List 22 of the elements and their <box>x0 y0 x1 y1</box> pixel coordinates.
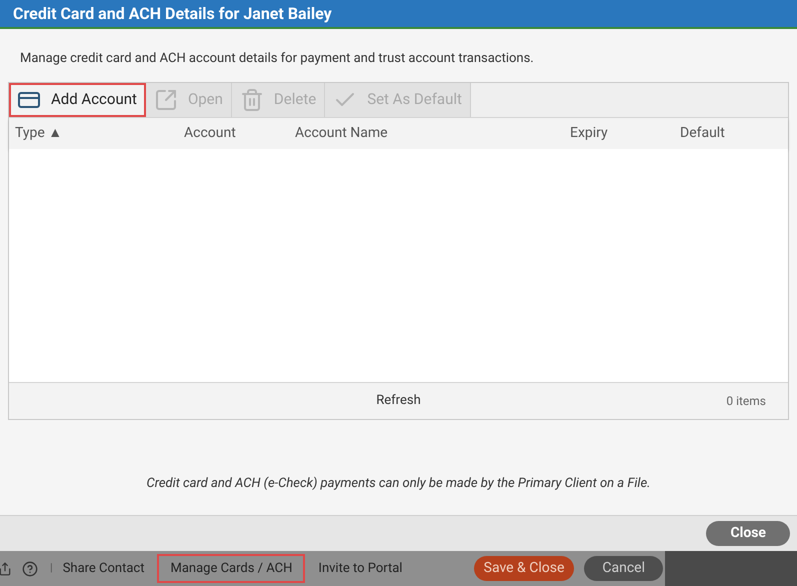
save-close-button[interactable]: Save & Close <box>474 556 574 581</box>
item-count: 0 items <box>726 392 766 410</box>
external-link-icon <box>154 88 178 112</box>
refresh-button[interactable]: Refresh <box>376 390 421 410</box>
share-icon[interactable] <box>0 562 12 576</box>
help-icon[interactable] <box>22 560 38 576</box>
column-header[interactable]: Expiry <box>570 122 680 144</box>
note-text: Credit card and ACH (e-Check) payments can only be made by the Primary Client on a File. <box>146 474 652 492</box>
close-button[interactable]: Close <box>706 521 790 546</box>
separator: | <box>50 560 53 576</box>
bar-link[interactable]: Share Contact <box>62 554 156 583</box>
trash-icon <box>240 88 264 112</box>
cancel-button[interactable]: Cancel <box>584 556 663 581</box>
toolbar-button[interactable]: Add Account <box>9 82 146 116</box>
column-header[interactable]: Type ▲ <box>15 122 184 144</box>
bar-link[interactable]: Invite to Portal <box>307 554 414 583</box>
column-header[interactable]: Account <box>184 122 295 144</box>
column-header[interactable]: Account Name <box>295 122 570 144</box>
dialog-title: Credit Card and ACH Details for Janet Bailey <box>13 2 332 24</box>
intro-text: Manage credit card and ACH account details for payment and trust account transactions. <box>20 50 535 68</box>
column-header[interactable]: Default <box>680 122 782 144</box>
bar-link[interactable]: Manage Cards / ACH <box>157 554 306 583</box>
